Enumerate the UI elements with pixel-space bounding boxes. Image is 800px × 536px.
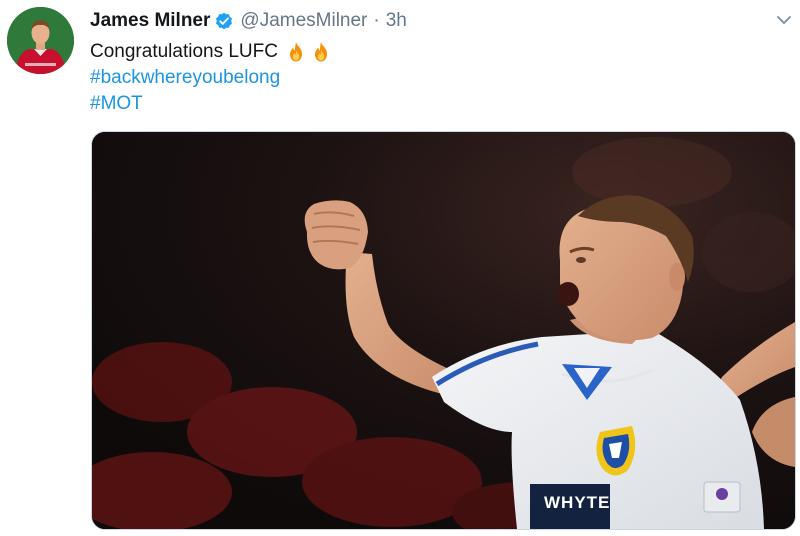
fire-emoji-icon	[285, 41, 307, 63]
celebration-photo	[92, 132, 795, 529]
chevron-down-icon[interactable]	[774, 10, 794, 30]
user-handle[interactable]: @JamesMilner	[240, 10, 367, 32]
fire-emoji-icon	[310, 41, 332, 63]
tweet-text: Congratulations LUFC #backwhereyoubelong…	[90, 39, 332, 117]
verified-badge-icon	[214, 11, 234, 31]
tweet-message: Congratulations LUFC	[90, 41, 278, 62]
tweet-header: James Milner @JamesMilner · 3h	[90, 9, 407, 33]
timestamp[interactable]: 3h	[386, 10, 407, 32]
tweet-text-line: Congratulations LUFC	[90, 39, 332, 65]
hashtag-link[interactable]: #MOT	[90, 91, 143, 117]
tweet-photo[interactable]: WHYTE	[91, 131, 796, 530]
header-separator: ·	[373, 10, 380, 31]
avatar-image	[7, 7, 74, 74]
hashtag-link[interactable]: #backwhereyoubelong	[90, 65, 280, 91]
tweet: James Milner @JamesMilner · 3h Congratul…	[0, 0, 800, 536]
avatar[interactable]	[7, 7, 74, 74]
shirt-sponsor-text: WHYTE	[544, 493, 611, 512]
display-name[interactable]: James Milner	[90, 10, 210, 32]
